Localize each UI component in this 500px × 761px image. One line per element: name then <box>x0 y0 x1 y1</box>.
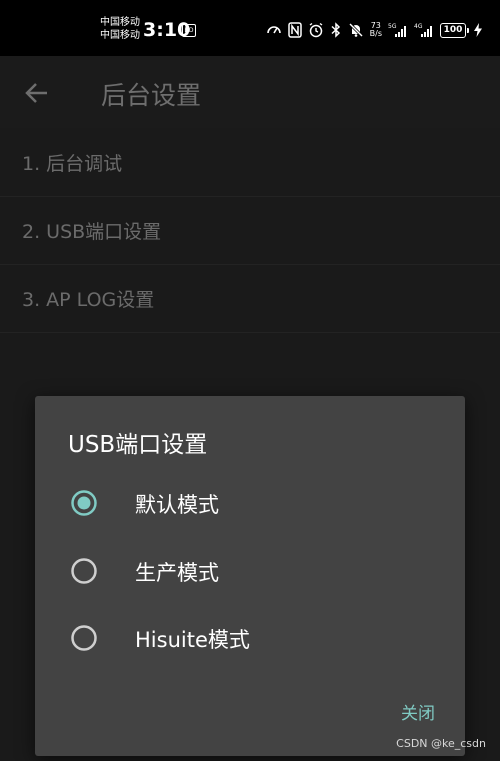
carrier-labels: 中国移动 中国移动 <box>100 16 140 42</box>
usb-port-dialog: USB端口设置 默认模式 生产模式 Hisuite模式 关闭 <box>35 396 465 756</box>
option-production-mode[interactable]: 生产模式 <box>35 543 465 599</box>
watermark: CSDN @ke_csdn <box>396 737 486 750</box>
bluetooth-icon <box>331 22 340 38</box>
signal-5g-icon: 5G <box>388 23 406 37</box>
app-bar: 后台设置 <box>0 56 500 128</box>
option-label: Hisuite模式 <box>135 628 250 652</box>
signal-4g-icon: 4G <box>414 23 432 37</box>
net-speed-unit: B/s <box>369 29 382 38</box>
carrier-1: 中国移动 <box>100 17 140 28</box>
page-title: 后台设置 <box>101 81 202 110</box>
settings-list: 1. 后台调试 2. USB端口设置 3. AP LOG设置 <box>0 129 500 333</box>
radio-unselected-icon[interactable] <box>70 557 98 585</box>
battery-icon: 100 <box>440 22 469 38</box>
carrier-2: 中国移动 <box>100 30 140 41</box>
arrow-left-icon[interactable] <box>22 78 52 108</box>
radio-selected-icon[interactable] <box>70 489 98 517</box>
svg-text:5G: 5G <box>388 23 397 30</box>
dialog-title: USB端口设置 <box>68 432 208 458</box>
settings-item-usb-port[interactable]: 2. USB端口设置 <box>0 197 500 265</box>
settings-item-label: 2. USB端口设置 <box>22 221 162 243</box>
close-button[interactable]: 关闭 <box>401 699 435 724</box>
screen: 中国移动 中国移动 3:10 HD 73 B/s 5G 4G 100 后台设置 … <box>0 0 500 761</box>
svg-text:4G: 4G <box>414 23 423 30</box>
settings-item-ap-log[interactable]: 3. AP LOG设置 <box>0 265 500 333</box>
radio-unselected-icon[interactable] <box>70 624 98 652</box>
option-hisuite-mode[interactable]: Hisuite模式 <box>35 610 465 666</box>
settings-item-label: 1. 后台调试 <box>22 153 123 175</box>
nfc-icon <box>287 22 302 38</box>
hd-badge: HD <box>182 24 196 37</box>
speed-icon <box>266 26 281 34</box>
charging-icon <box>474 23 482 37</box>
option-label: 默认模式 <box>135 493 219 517</box>
settings-item-background-debug[interactable]: 1. 后台调试 <box>0 129 500 197</box>
status-icons: 73 B/s 5G 4G 100 <box>266 20 482 40</box>
mute-icon <box>348 22 363 38</box>
option-label: 生产模式 <box>135 561 219 585</box>
option-default-mode[interactable]: 默认模式 <box>35 475 465 531</box>
status-bar: 中国移动 中国移动 3:10 HD 73 B/s 5G 4G 100 <box>0 0 500 56</box>
settings-item-label: 3. AP LOG设置 <box>22 289 155 311</box>
net-speed: 73 B/s <box>370 22 382 38</box>
alarm-icon <box>309 22 323 38</box>
